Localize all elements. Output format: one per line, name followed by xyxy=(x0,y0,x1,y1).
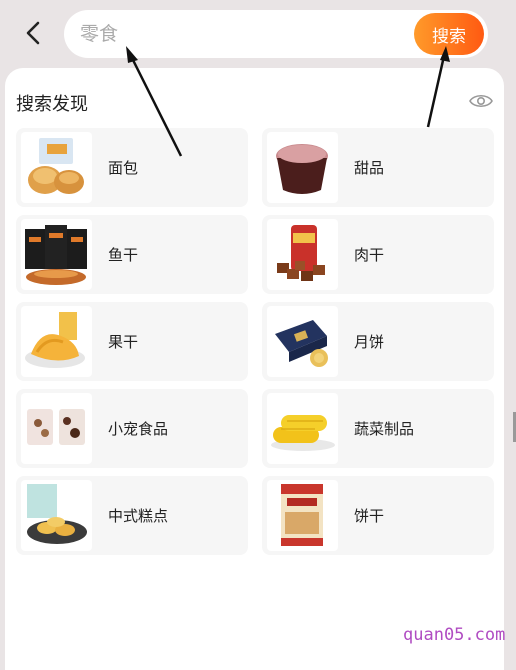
section-title: 搜索发现 xyxy=(16,94,88,115)
corn-icon xyxy=(267,393,338,464)
pet-food-icon xyxy=(21,393,92,464)
category-card-dried-fruit[interactable]: 果干 xyxy=(16,302,248,381)
category-label: 甜品 xyxy=(354,159,385,177)
category-card-mooncake[interactable]: 月饼 xyxy=(262,302,494,381)
category-grid: 面包 甜品 鱼干 肉干 果干 月饼 小宠食品 蔬菜制品 中式糕点 饼干 xyxy=(16,128,494,555)
dried-fish-icon xyxy=(21,219,92,290)
category-label: 小宠食品 xyxy=(108,420,169,438)
category-label: 蔬菜制品 xyxy=(354,420,415,438)
dessert-cup-icon xyxy=(267,132,338,203)
category-card-chinese-pastry[interactable]: 中式糕点 xyxy=(16,476,248,555)
category-label: 中式糕点 xyxy=(108,507,169,525)
search-input[interactable] xyxy=(80,19,400,49)
search-button[interactable]: 搜索 xyxy=(414,13,484,55)
pastry-icon xyxy=(21,480,92,551)
category-label: 饼干 xyxy=(354,507,385,525)
mooncake-icon xyxy=(267,306,338,377)
category-label: 肉干 xyxy=(354,246,385,264)
category-card-dessert[interactable]: 甜品 xyxy=(262,128,494,207)
dried-mango-icon xyxy=(21,306,92,377)
bread-icon xyxy=(21,132,92,203)
category-label: 鱼干 xyxy=(108,246,139,264)
watermark: quan05.com xyxy=(403,625,506,645)
eye-icon[interactable] xyxy=(469,92,493,110)
category-card-dried-fish[interactable]: 鱼干 xyxy=(16,215,248,294)
category-card-vegetable[interactable]: 蔬菜制品 xyxy=(262,389,494,468)
jerky-icon xyxy=(267,219,338,290)
discover-panel: 搜索发现 面包 甜品 鱼干 肉干 果干 月饼 小宠食品 蔬菜制品 中式糕点 饼干 xyxy=(5,46,504,670)
category-label: 面包 xyxy=(108,159,139,177)
biscuit-box-icon xyxy=(267,480,338,551)
search-box: 搜索 xyxy=(64,10,488,58)
category-card-pet-food[interactable]: 小宠食品 xyxy=(16,389,248,468)
category-label: 月饼 xyxy=(354,333,385,351)
category-card-biscuit[interactable]: 饼干 xyxy=(262,476,494,555)
back-icon[interactable] xyxy=(20,18,46,48)
top-bar: 搜索 xyxy=(0,0,516,68)
category-label: 果干 xyxy=(108,333,139,351)
category-card-jerky[interactable]: 肉干 xyxy=(262,215,494,294)
category-card-bread[interactable]: 面包 xyxy=(16,128,248,207)
